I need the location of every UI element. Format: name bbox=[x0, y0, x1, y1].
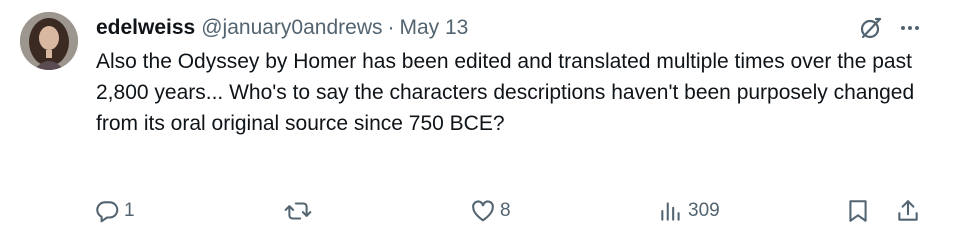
like-button[interactable]: 8 bbox=[470, 196, 511, 226]
repost-icon bbox=[284, 198, 312, 224]
share-button[interactable] bbox=[896, 196, 920, 226]
like-count: 8 bbox=[500, 200, 511, 221]
grok-icon[interactable] bbox=[858, 15, 884, 41]
bookmark-icon bbox=[846, 198, 870, 224]
action-bar: 1 8 309 bbox=[0, 196, 954, 226]
like-icon bbox=[470, 198, 496, 224]
tweet[interactable]: edelweiss @january0andrews · May 13 Also… bbox=[0, 0, 954, 246]
repost-button[interactable] bbox=[284, 196, 316, 226]
view-count: 309 bbox=[688, 200, 720, 221]
handle[interactable]: @january0andrews bbox=[201, 16, 382, 40]
reply-button[interactable]: 1 bbox=[94, 196, 135, 226]
views-icon bbox=[658, 198, 684, 224]
separator-dot: · bbox=[387, 16, 395, 39]
tweet-header: edelweiss @january0andrews · May 13 bbox=[96, 14, 468, 42]
bookmark-button[interactable] bbox=[846, 196, 870, 226]
reply-icon bbox=[94, 198, 120, 224]
reply-count: 1 bbox=[124, 200, 135, 221]
avatar[interactable] bbox=[20, 12, 78, 70]
timestamp[interactable]: May 13 bbox=[399, 16, 468, 40]
display-name[interactable]: edelweiss bbox=[96, 16, 195, 40]
header-actions bbox=[858, 14, 922, 42]
tweet-text: Also the Odyssey by Homer has been edite… bbox=[96, 50, 915, 135]
views-button[interactable]: 309 bbox=[658, 196, 720, 226]
share-icon bbox=[896, 198, 920, 224]
more-icon[interactable] bbox=[898, 16, 922, 40]
